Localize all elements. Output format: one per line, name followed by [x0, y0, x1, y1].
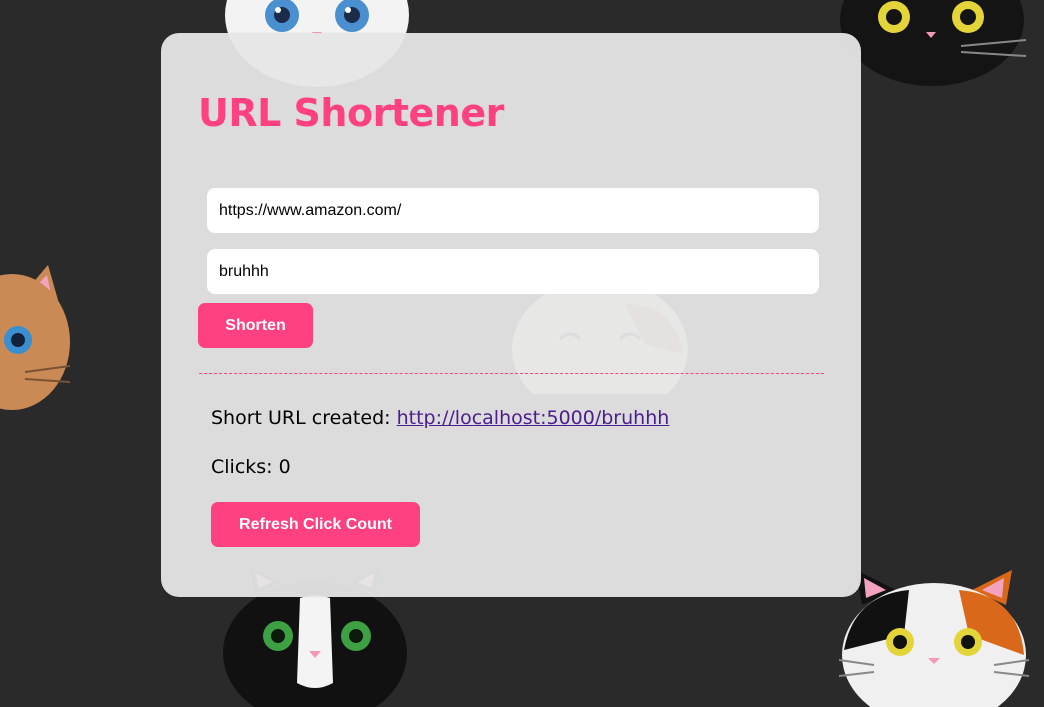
black-cat-face-icon [840, 0, 1027, 86]
custom-alias-input[interactable] [207, 249, 819, 294]
clicks-label: Clicks: [211, 456, 273, 478]
refresh-click-count-button[interactable]: Refresh Click Count [211, 502, 420, 547]
calico-cat-face-icon [838, 570, 1030, 707]
shorten-button[interactable]: Shorten [198, 303, 313, 348]
section-divider [199, 373, 824, 374]
page-title: URL Shortener [198, 91, 504, 135]
page-background: URL Shortener Shorten Short URL created:… [0, 0, 1044, 707]
short-url-result: Short URL created: http://localhost:5000… [211, 407, 669, 429]
short-url-link[interactable]: http://localhost:5000/bruhhh [397, 407, 670, 429]
long-url-input[interactable] [207, 188, 819, 233]
url-shortener-card: URL Shortener Shorten Short URL created:… [161, 33, 861, 597]
orange-cat-face-icon [0, 265, 71, 410]
click-count: Clicks: 0 [211, 456, 291, 478]
clicks-value: 0 [278, 456, 291, 478]
short-url-created-label: Short URL created: [211, 407, 391, 429]
